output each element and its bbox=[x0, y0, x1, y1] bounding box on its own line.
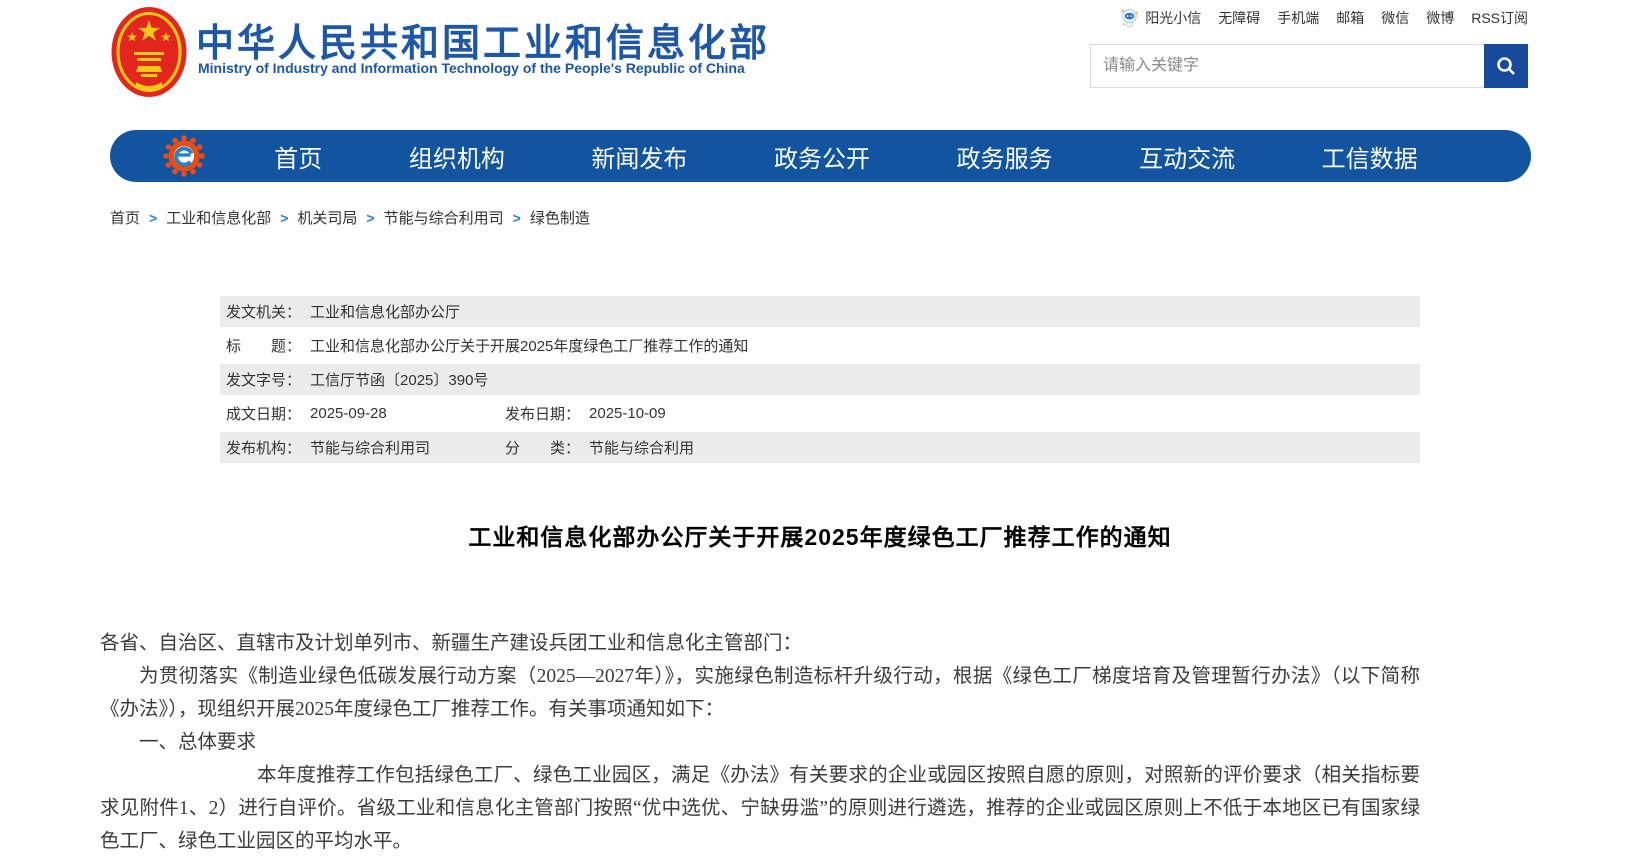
meta-row-issuing-agency: 发文机关： 工业和信息化部办公厅 bbox=[220, 296, 1420, 327]
article-title: 工业和信息化部办公厅关于开展2025年度绿色工厂推荐工作的通知 bbox=[220, 518, 1420, 552]
search-input[interactable] bbox=[1091, 45, 1484, 87]
miit-gear-logo-icon bbox=[162, 134, 206, 178]
search-icon bbox=[1494, 54, 1518, 78]
nav-item-news[interactable]: 新闻发布 bbox=[591, 139, 687, 174]
article-paragraph-requirements: 本年度推荐工作包括绿色工厂、绿色工业园区，满足《办法》有关要求的企业或园区按照自… bbox=[100, 759, 1420, 858]
meta-row-title: 标 题： 工业和信息化部办公厅关于开展2025年度绿色工厂推荐工作的通知 bbox=[220, 330, 1420, 361]
article-section-heading-1: 一、总体要求 bbox=[100, 726, 1420, 759]
meta-label: 发文字号： bbox=[226, 369, 301, 390]
article-body: 各省、自治区、直辖市及计划单列市、新疆生产建设兵团工业和信息化主管部门： 为贯彻… bbox=[100, 627, 1420, 858]
quick-link-rss[interactable]: RSS订阅 bbox=[1471, 8, 1528, 28]
meta-value: 节能与综合利用 bbox=[589, 437, 694, 458]
breadcrumb-departments[interactable]: 机关司局 bbox=[297, 207, 357, 228]
search-button[interactable] bbox=[1484, 44, 1528, 88]
meta-label: 成文日期： bbox=[226, 403, 301, 424]
meta-value: 2025-09-28 bbox=[310, 405, 387, 422]
meta-label: 发布日期： bbox=[505, 403, 580, 424]
breadcrumb-green-manufacturing[interactable]: 绿色制造 bbox=[530, 207, 590, 228]
chevron-right-separator: > bbox=[513, 210, 521, 226]
site-title: 中华人民共和国工业和信息化部 bbox=[196, 12, 770, 67]
assistant-robot-icon[interactable] bbox=[1119, 7, 1140, 28]
masthead: 中华人民共和国工业和信息化部 Ministry of Industry and … bbox=[0, 0, 1625, 110]
quick-link-mobile[interactable]: 手机端 bbox=[1277, 8, 1319, 28]
meta-value: 工业和信息化部办公厅关于开展2025年度绿色工厂推荐工作的通知 bbox=[310, 335, 748, 356]
meta-label: 发文机关： bbox=[226, 301, 301, 322]
breadcrumb: 首页 > 工业和信息化部 > 机关司局 > 节能与综合利用司 > 绿色制造 bbox=[110, 207, 590, 228]
nav-item-gov-services[interactable]: 政务服务 bbox=[957, 139, 1053, 174]
main-navbar: 首页 组织机构 新闻发布 政务公开 政务服务 互动交流 工信数据 bbox=[110, 130, 1531, 182]
breadcrumb-energy-dept[interactable]: 节能与综合利用司 bbox=[384, 207, 504, 228]
quick-link-accessibility[interactable]: 无障碍 bbox=[1218, 8, 1260, 28]
quick-link-mail[interactable]: 邮箱 bbox=[1336, 8, 1364, 28]
chevron-right-separator: > bbox=[149, 210, 157, 226]
chevron-right-separator: > bbox=[280, 210, 288, 226]
breadcrumb-miit[interactable]: 工业和信息化部 bbox=[166, 207, 271, 228]
quick-link-weibo[interactable]: 微博 bbox=[1426, 8, 1454, 28]
meta-row-publisher-category: 发布机构： 节能与综合利用司 分 类： 节能与综合利用 bbox=[220, 432, 1420, 463]
meta-row-dates: 成文日期： 2025-09-28 发布日期： 2025-10-09 bbox=[220, 398, 1420, 429]
quick-links: 阳光小信 无障碍 手机端 邮箱 微信 微博 RSS订阅 bbox=[1119, 7, 1528, 28]
meta-row-doc-number: 发文字号： 工信厅节函〔2025〕390号 bbox=[220, 364, 1420, 395]
meta-label: 标 题： bbox=[226, 335, 301, 356]
national-emblem-logo bbox=[110, 6, 188, 98]
meta-label: 分 类： bbox=[505, 437, 580, 458]
search-box bbox=[1090, 44, 1528, 88]
nav-item-home[interactable]: 首页 bbox=[274, 139, 322, 174]
meta-value: 工业和信息化部办公厅 bbox=[310, 301, 460, 322]
meta-value: 工信厅节函〔2025〕390号 bbox=[310, 369, 488, 390]
quick-link-wechat[interactable]: 微信 bbox=[1381, 8, 1409, 28]
chevron-right-separator: > bbox=[366, 210, 374, 226]
document-meta-table: 发文机关： 工业和信息化部办公厅 标 题： 工业和信息化部办公厅关于开展2025… bbox=[220, 296, 1420, 466]
meta-label: 发布机构： bbox=[226, 437, 301, 458]
nav-item-gov-affairs-open[interactable]: 政务公开 bbox=[774, 139, 870, 174]
nav-item-miit-data[interactable]: 工信数据 bbox=[1322, 139, 1418, 174]
breadcrumb-home[interactable]: 首页 bbox=[110, 207, 140, 228]
article-paragraph-intro: 为贯彻落实《制造业绿色低碳发展行动方案（2025—2027年）》，实施绿色制造标… bbox=[100, 660, 1420, 726]
nav-item-organization[interactable]: 组织机构 bbox=[409, 139, 505, 174]
site-subtitle: Ministry of Industry and Information Tec… bbox=[198, 60, 745, 76]
meta-value: 节能与综合利用司 bbox=[310, 437, 430, 458]
article-paragraph-salutation: 各省、自治区、直辖市及计划单列市、新疆生产建设兵团工业和信息化主管部门： bbox=[100, 627, 1420, 660]
quick-link-sunshine-assistant[interactable]: 阳光小信 bbox=[1145, 8, 1201, 28]
meta-value: 2025-10-09 bbox=[589, 405, 666, 422]
nav-item-interaction[interactable]: 互动交流 bbox=[1139, 139, 1235, 174]
nav-items: 首页 组织机构 新闻发布 政务公开 政务服务 互动交流 工信数据 bbox=[206, 139, 1531, 174]
